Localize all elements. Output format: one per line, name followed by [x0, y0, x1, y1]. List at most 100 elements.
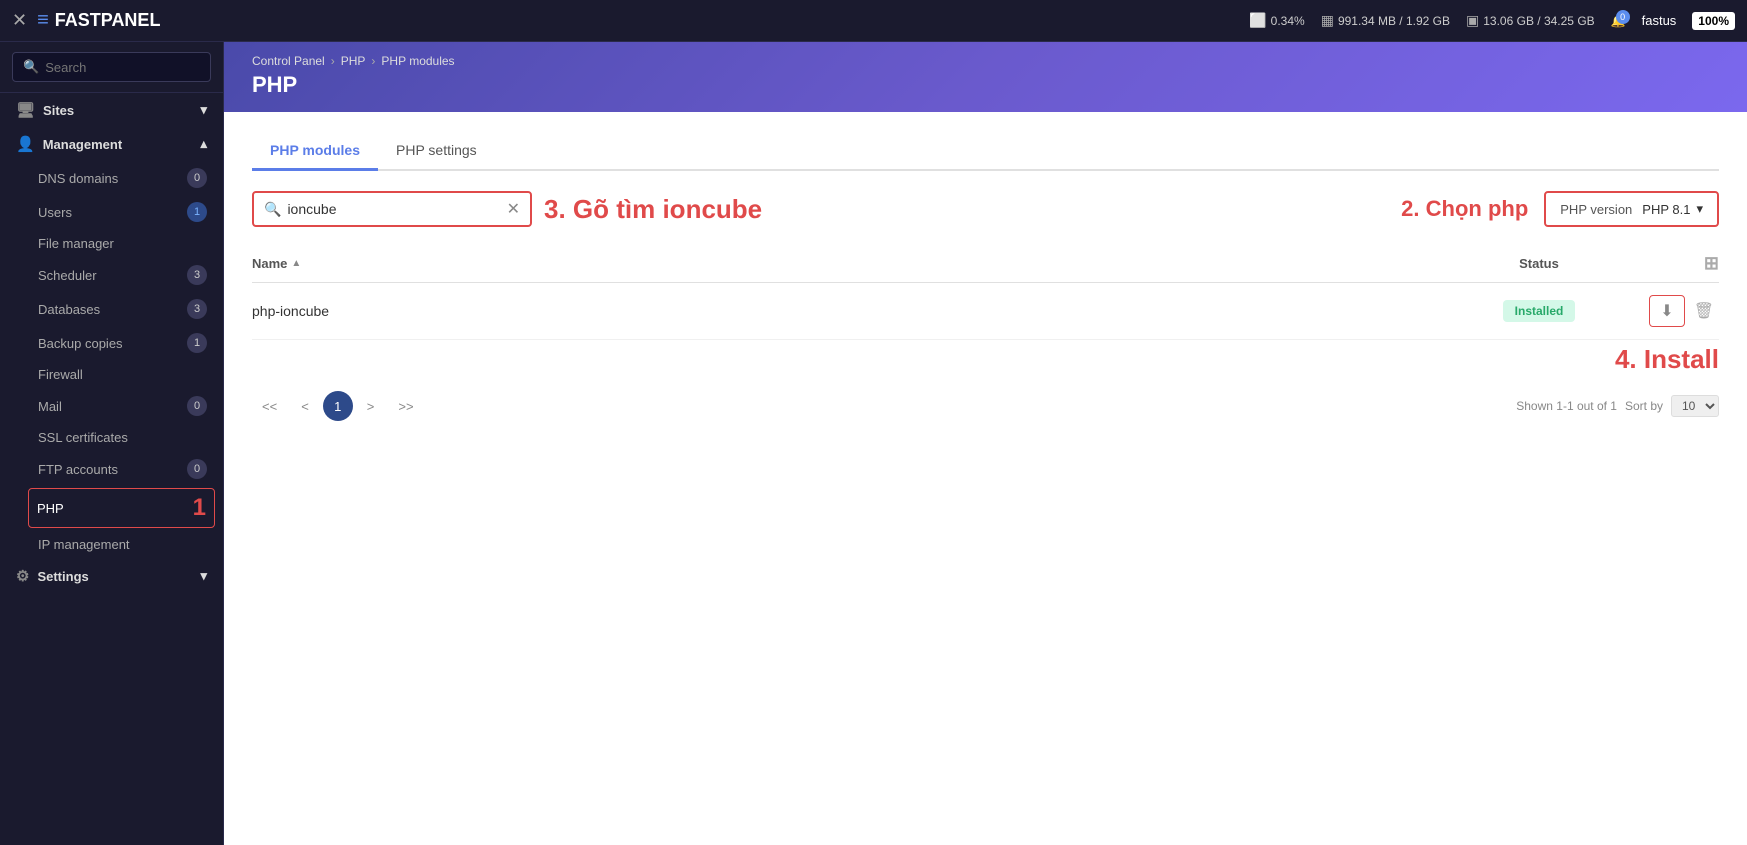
file-manager-label: File manager	[38, 236, 114, 251]
php-version-chevron-icon: ▾	[1696, 201, 1703, 217]
mail-label: Mail	[38, 399, 62, 414]
module-search-wrap: 🔍 ✕	[252, 191, 532, 227]
pagination-count: Shown 1-1 out of 1	[1516, 399, 1617, 413]
disk-value: 13.06 GB / 34.25 GB	[1483, 14, 1594, 28]
name-col-label: Name	[252, 256, 287, 271]
sites-label: Sites	[43, 103, 74, 118]
tab-php-settings[interactable]: PHP settings	[378, 132, 495, 171]
sidebar-item-ip-management[interactable]: IP management	[0, 530, 223, 559]
sidebar-item-php[interactable]: PHP 1	[28, 488, 215, 528]
per-page-select[interactable]: 10 25 50	[1671, 395, 1719, 417]
sidebar-item-mail[interactable]: Mail 0	[0, 389, 223, 423]
page-title: PHP	[252, 72, 1719, 98]
step3-label: 3. Gõ tìm ioncube	[544, 194, 762, 225]
sidebar-item-databases[interactable]: Databases 3	[0, 292, 223, 326]
cpu-icon: ⬜	[1249, 12, 1266, 29]
first-page-button[interactable]: <<	[252, 394, 287, 419]
sidebar-item-ssl[interactable]: SSL certificates	[0, 423, 223, 452]
modules-table: Name ▲ Status ⊞ php-ioncube	[252, 245, 1719, 340]
scheduler-label: Scheduler	[38, 268, 97, 283]
page-header: Control Panel › PHP › PHP modules PHP	[224, 42, 1747, 112]
cpu-value: 0.34%	[1271, 14, 1305, 28]
breadcrumb-php[interactable]: PHP	[341, 54, 366, 68]
next-page-button[interactable]: >	[357, 394, 385, 419]
step4-label: 4. Install	[1615, 344, 1719, 375]
sort-by-label: Sort by	[1625, 399, 1663, 413]
col-actions-header: ⊞	[1619, 253, 1719, 274]
php-version-wrap: PHP version PHP 8.1 ▾	[1544, 191, 1719, 227]
tabs: PHP modules PHP settings	[252, 132, 1719, 171]
sidebar-group-management[interactable]: 👤 Management ▴	[0, 127, 223, 161]
sidebar-group-settings[interactable]: ⚙ Settings ▾	[0, 559, 223, 593]
step4-area: 4. Install	[252, 344, 1719, 375]
sidebar-item-ftp[interactable]: FTP accounts 0	[0, 452, 223, 486]
table-header: Name ▲ Status ⊞	[252, 245, 1719, 283]
settings-chevron-icon: ▾	[200, 568, 207, 584]
memory-stat: ▦ 991.34 MB / 1.92 GB	[1321, 12, 1450, 29]
page-buttons: << < 1 > >>	[252, 391, 424, 421]
sidebar-item-scheduler[interactable]: Scheduler 3	[0, 258, 223, 292]
php-version-label: PHP version	[1560, 202, 1632, 217]
module-name: php-ioncube	[252, 303, 1459, 319]
sidebar: 🔍 🖥 Sites ▾ 👤 Management ▴ DNS domains 0	[0, 42, 224, 845]
tab-php-modules[interactable]: PHP modules	[252, 132, 378, 171]
delete-button[interactable]: 🗑	[1689, 296, 1719, 326]
module-actions: ⬇ 🗑	[1619, 295, 1719, 327]
sidebar-item-firewall[interactable]: Firewall	[0, 360, 223, 389]
topbar: ✕ ≡ FASTPANEL ⬜ 0.34% ▦ 991.34 MB / 1.92…	[0, 0, 1747, 42]
clear-search-icon[interactable]: ✕	[507, 199, 520, 219]
breadcrumb-control-panel[interactable]: Control Panel	[252, 54, 325, 68]
prev-page-button[interactable]: <	[291, 394, 319, 419]
sidebar-item-file-manager[interactable]: File manager	[0, 229, 223, 258]
sidebar-item-dns-domains[interactable]: DNS domains 0	[0, 161, 223, 195]
current-page-button[interactable]: 1	[323, 391, 353, 421]
filter-right: 2. Chọn php PHP version PHP 8.1 ▾	[1401, 191, 1719, 227]
content-area: Control Panel › PHP › PHP modules PHP PH…	[224, 42, 1747, 845]
search-input[interactable]	[45, 60, 200, 75]
databases-label: Databases	[38, 302, 100, 317]
sort-arrow-icon[interactable]: ▲	[291, 258, 301, 269]
table-row: php-ioncube Installed ⬇ 🗑	[252, 283, 1719, 340]
status-col-label: Status	[1519, 256, 1559, 271]
close-icon[interactable]: ✕	[12, 10, 27, 31]
module-search-icon: 🔍	[264, 201, 281, 218]
ftp-badge: 0	[187, 459, 207, 479]
backup-label: Backup copies	[38, 336, 123, 351]
topbar-right: ⬜ 0.34% ▦ 991.34 MB / 1.92 GB ▣ 13.06 GB…	[1249, 12, 1735, 30]
ssl-label: SSL certificates	[38, 430, 128, 445]
sidebar-group-sites[interactable]: 🖥 Sites ▾	[0, 93, 223, 127]
sidebar-search-area: 🔍	[0, 42, 223, 93]
breadcrumb-sep1: ›	[331, 54, 335, 68]
username: fastus	[1642, 13, 1677, 28]
logo: ≡ FASTPANEL	[37, 9, 160, 32]
management-chevron-icon: ▴	[200, 136, 207, 152]
ftp-label: FTP accounts	[38, 462, 118, 477]
grid-view-icon[interactable]: ⊞	[1704, 253, 1719, 274]
module-name-value: php-ioncube	[252, 303, 329, 319]
settings-icon: ⚙	[16, 567, 29, 585]
sidebar-item-users[interactable]: Users 1	[0, 195, 223, 229]
search-icon: 🔍	[23, 59, 39, 75]
search-box[interactable]: 🔍	[12, 52, 211, 82]
ip-management-label: IP management	[38, 537, 130, 552]
filter-row: 🔍 ✕ 3. Gõ tìm ioncube 2. Chọn php PHP ve…	[252, 191, 1719, 227]
dns-label: DNS domains	[38, 171, 118, 186]
notifications[interactable]: 🔔 0	[1611, 14, 1626, 28]
sidebar-item-backup[interactable]: Backup copies 1	[0, 326, 223, 360]
php-version-value: PHP 8.1	[1642, 202, 1690, 217]
install-button[interactable]: ⬇	[1649, 295, 1684, 327]
logo-text: FASTPANEL	[55, 10, 161, 31]
backup-badge: 1	[187, 333, 207, 353]
breadcrumb: Control Panel › PHP › PHP modules	[252, 54, 1719, 68]
module-search-input[interactable]	[287, 201, 506, 217]
sites-chevron-icon: ▾	[200, 102, 207, 118]
dns-badge: 0	[187, 168, 207, 188]
last-page-button[interactable]: >>	[388, 394, 423, 419]
firewall-label: Firewall	[38, 367, 83, 382]
php-version-select[interactable]: PHP 8.1 ▾	[1642, 201, 1703, 217]
breadcrumb-php-modules: PHP modules	[381, 54, 454, 68]
management-label: Management	[43, 137, 122, 152]
users-label: Users	[38, 205, 72, 220]
mail-badge: 0	[187, 396, 207, 416]
users-badge: 1	[187, 202, 207, 222]
